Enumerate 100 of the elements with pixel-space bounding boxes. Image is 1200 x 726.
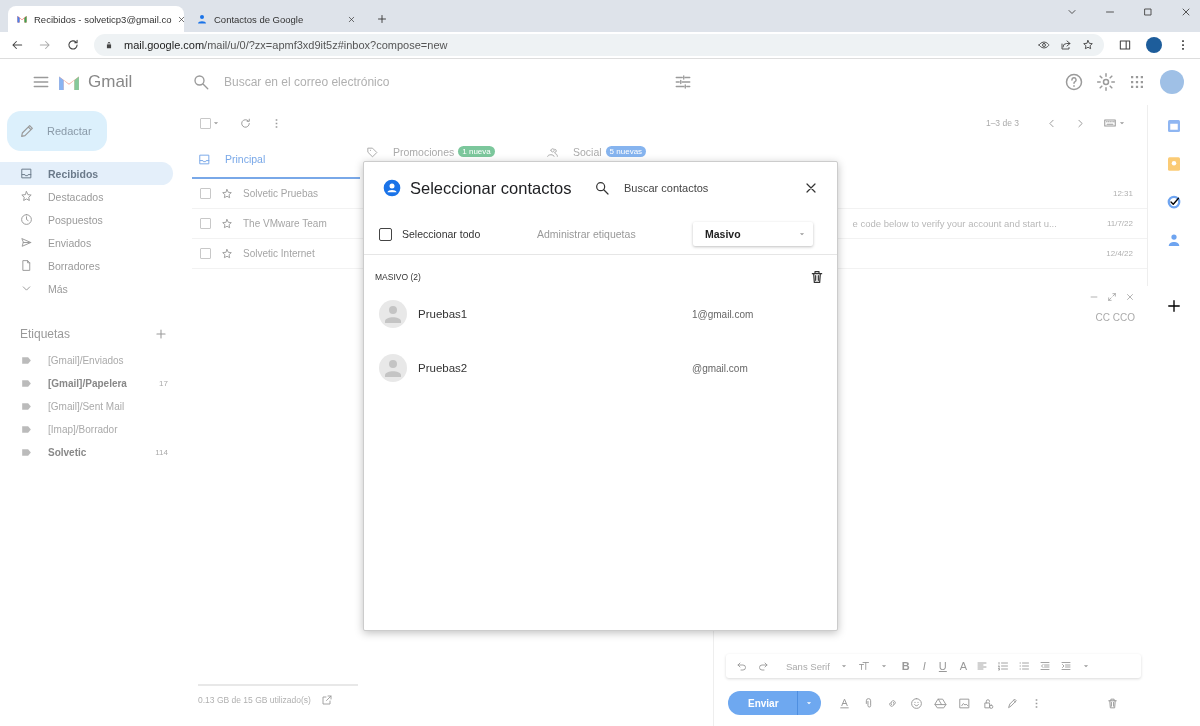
reload-icon[interactable] xyxy=(66,38,80,52)
tag-icon xyxy=(366,146,379,159)
help-icon[interactable] xyxy=(1064,72,1084,92)
app-name: Gmail xyxy=(88,72,134,92)
numbered-list-icon[interactable] xyxy=(997,660,1010,672)
emoji-icon[interactable] xyxy=(909,696,923,710)
trash-icon[interactable] xyxy=(809,269,825,285)
manage-labels-link[interactable]: Administrar etiquetas xyxy=(537,228,636,240)
clock-icon xyxy=(20,213,33,226)
calendar-icon[interactable] xyxy=(1165,117,1183,135)
select-all-label: Seleccionar todo xyxy=(402,228,482,240)
cc-bcc-link[interactable]: CC CCO xyxy=(1095,312,1135,323)
italic-button[interactable]: I xyxy=(922,660,926,672)
underline-button[interactable]: U xyxy=(938,660,947,672)
browser-tab[interactable]: Recibidos - solveticp3@gmail.co xyxy=(8,6,184,32)
text-color-button[interactable]: A xyxy=(959,660,968,672)
expand-icon[interactable] xyxy=(1107,292,1117,302)
font-dropdown[interactable]: Sans Serif xyxy=(786,660,830,672)
back-icon[interactable] xyxy=(10,38,24,52)
bold-button[interactable]: B xyxy=(901,660,910,672)
star-icon[interactable] xyxy=(1082,39,1094,51)
label-icon xyxy=(20,446,33,459)
nav-item[interactable]: Borradores xyxy=(0,254,173,277)
profile-avatar[interactable] xyxy=(1146,37,1162,53)
compose-button[interactable]: Redactar xyxy=(7,111,107,151)
pen-icon[interactable] xyxy=(1005,696,1019,710)
new-tab-icon[interactable] xyxy=(376,13,388,25)
person-icon xyxy=(196,13,208,25)
check-circle-icon[interactable] xyxy=(1165,193,1183,211)
star-icon[interactable] xyxy=(221,187,233,200)
category-tab[interactable]: Social 5 nuevas xyxy=(540,141,720,179)
keyboard-icon[interactable] xyxy=(1103,116,1117,130)
avatar-icon xyxy=(379,300,407,328)
inbox-icon xyxy=(20,167,33,180)
row-checkbox[interactable] xyxy=(200,248,211,259)
settings-icon[interactable] xyxy=(1096,72,1116,92)
nav-item[interactable]: Más xyxy=(0,277,173,300)
share-icon[interactable] xyxy=(1060,39,1072,51)
nav-item[interactable]: Destacados xyxy=(0,185,173,208)
pagination-text: 1–3 de 3 xyxy=(985,118,1019,128)
row-checkbox[interactable] xyxy=(200,188,211,199)
person-icon xyxy=(382,178,402,198)
contact-row[interactable]: Pruebas2 @gmail.com xyxy=(364,341,837,395)
indent-less-icon[interactable] xyxy=(1039,660,1052,672)
send-icon xyxy=(20,236,33,249)
star-icon xyxy=(20,190,33,203)
pencil-icon xyxy=(19,123,35,139)
people-icon xyxy=(546,146,559,159)
star-icon[interactable] xyxy=(221,217,233,230)
search-field[interactable]: Buscar en el correo electrónico xyxy=(222,74,662,90)
send-options-button[interactable] xyxy=(796,691,821,715)
indent-more-icon[interactable] xyxy=(1060,660,1073,672)
row-checkbox[interactable] xyxy=(200,218,211,229)
star-icon[interactable] xyxy=(221,247,233,260)
filter-options-icon[interactable] xyxy=(674,73,692,91)
lightbulb-icon[interactable] xyxy=(1165,155,1183,173)
select-checkbox[interactable] xyxy=(200,117,211,129)
external-link-icon[interactable] xyxy=(320,694,333,706)
text-size-icon[interactable] xyxy=(857,660,870,672)
side-panel-icon[interactable] xyxy=(1118,38,1132,52)
group-title: MASIVO (2) xyxy=(375,272,421,282)
add-label-icon[interactable] xyxy=(154,327,168,341)
browser-tab[interactable]: Contactos de Google xyxy=(188,6,364,32)
label-item[interactable]: [Gmail]/Papelera 17 xyxy=(0,372,168,395)
address-bar[interactable]: mail.google.com/mail/u/0/?zx=apmf3xd9it5z#inbox?compose=new xyxy=(94,34,1104,56)
label-item[interactable]: [Gmail]/Enviados xyxy=(0,349,168,372)
nav-item[interactable]: Enviados xyxy=(0,231,173,254)
category-tab[interactable]: Promociones 1 nueva xyxy=(360,141,540,179)
nav-item[interactable]: Recibidos xyxy=(0,162,173,185)
label-icon xyxy=(20,423,33,436)
labels-heading: Etiquetas xyxy=(20,327,71,341)
nav-item[interactable]: Pospuestos xyxy=(0,208,173,231)
contact-row[interactable]: Pruebas1 1@gmail.com xyxy=(364,287,837,341)
text-format-icon[interactable] xyxy=(837,696,851,710)
label-item[interactable]: [Gmail]/Sent Mail xyxy=(0,395,168,418)
eye-icon[interactable] xyxy=(1038,39,1050,51)
close-icon[interactable] xyxy=(1180,6,1192,18)
redo-icon[interactable] xyxy=(757,660,769,672)
align-icon[interactable] xyxy=(976,660,989,672)
dialog-title: Seleccionar contactos xyxy=(410,178,573,198)
bulleted-list-icon[interactable] xyxy=(1018,660,1031,672)
gmail-logo-icon xyxy=(16,13,28,25)
file-icon xyxy=(20,259,33,272)
select-all-checkbox[interactable] xyxy=(379,227,392,241)
maximize-icon[interactable] xyxy=(1142,6,1154,18)
apps-grid-icon[interactable] xyxy=(1128,73,1146,91)
category-tab[interactable]: Principal xyxy=(192,141,360,179)
label-item[interactable]: Solvetic 114 xyxy=(0,441,168,464)
search-icon xyxy=(594,180,610,196)
account-avatar[interactable] xyxy=(1160,70,1184,94)
label-item[interactable]: [Imap]/Borrador xyxy=(0,418,168,441)
send-button[interactable]: Enviar xyxy=(728,691,797,715)
label-icon xyxy=(20,354,33,367)
triangle-icon[interactable] xyxy=(933,696,947,710)
avatar-icon xyxy=(379,354,407,382)
undo-icon[interactable] xyxy=(736,660,748,672)
image-icon[interactable] xyxy=(957,696,971,710)
refresh-icon[interactable] xyxy=(239,116,252,130)
add-icon[interactable] xyxy=(1165,297,1183,315)
forward-icon[interactable] xyxy=(38,38,52,52)
